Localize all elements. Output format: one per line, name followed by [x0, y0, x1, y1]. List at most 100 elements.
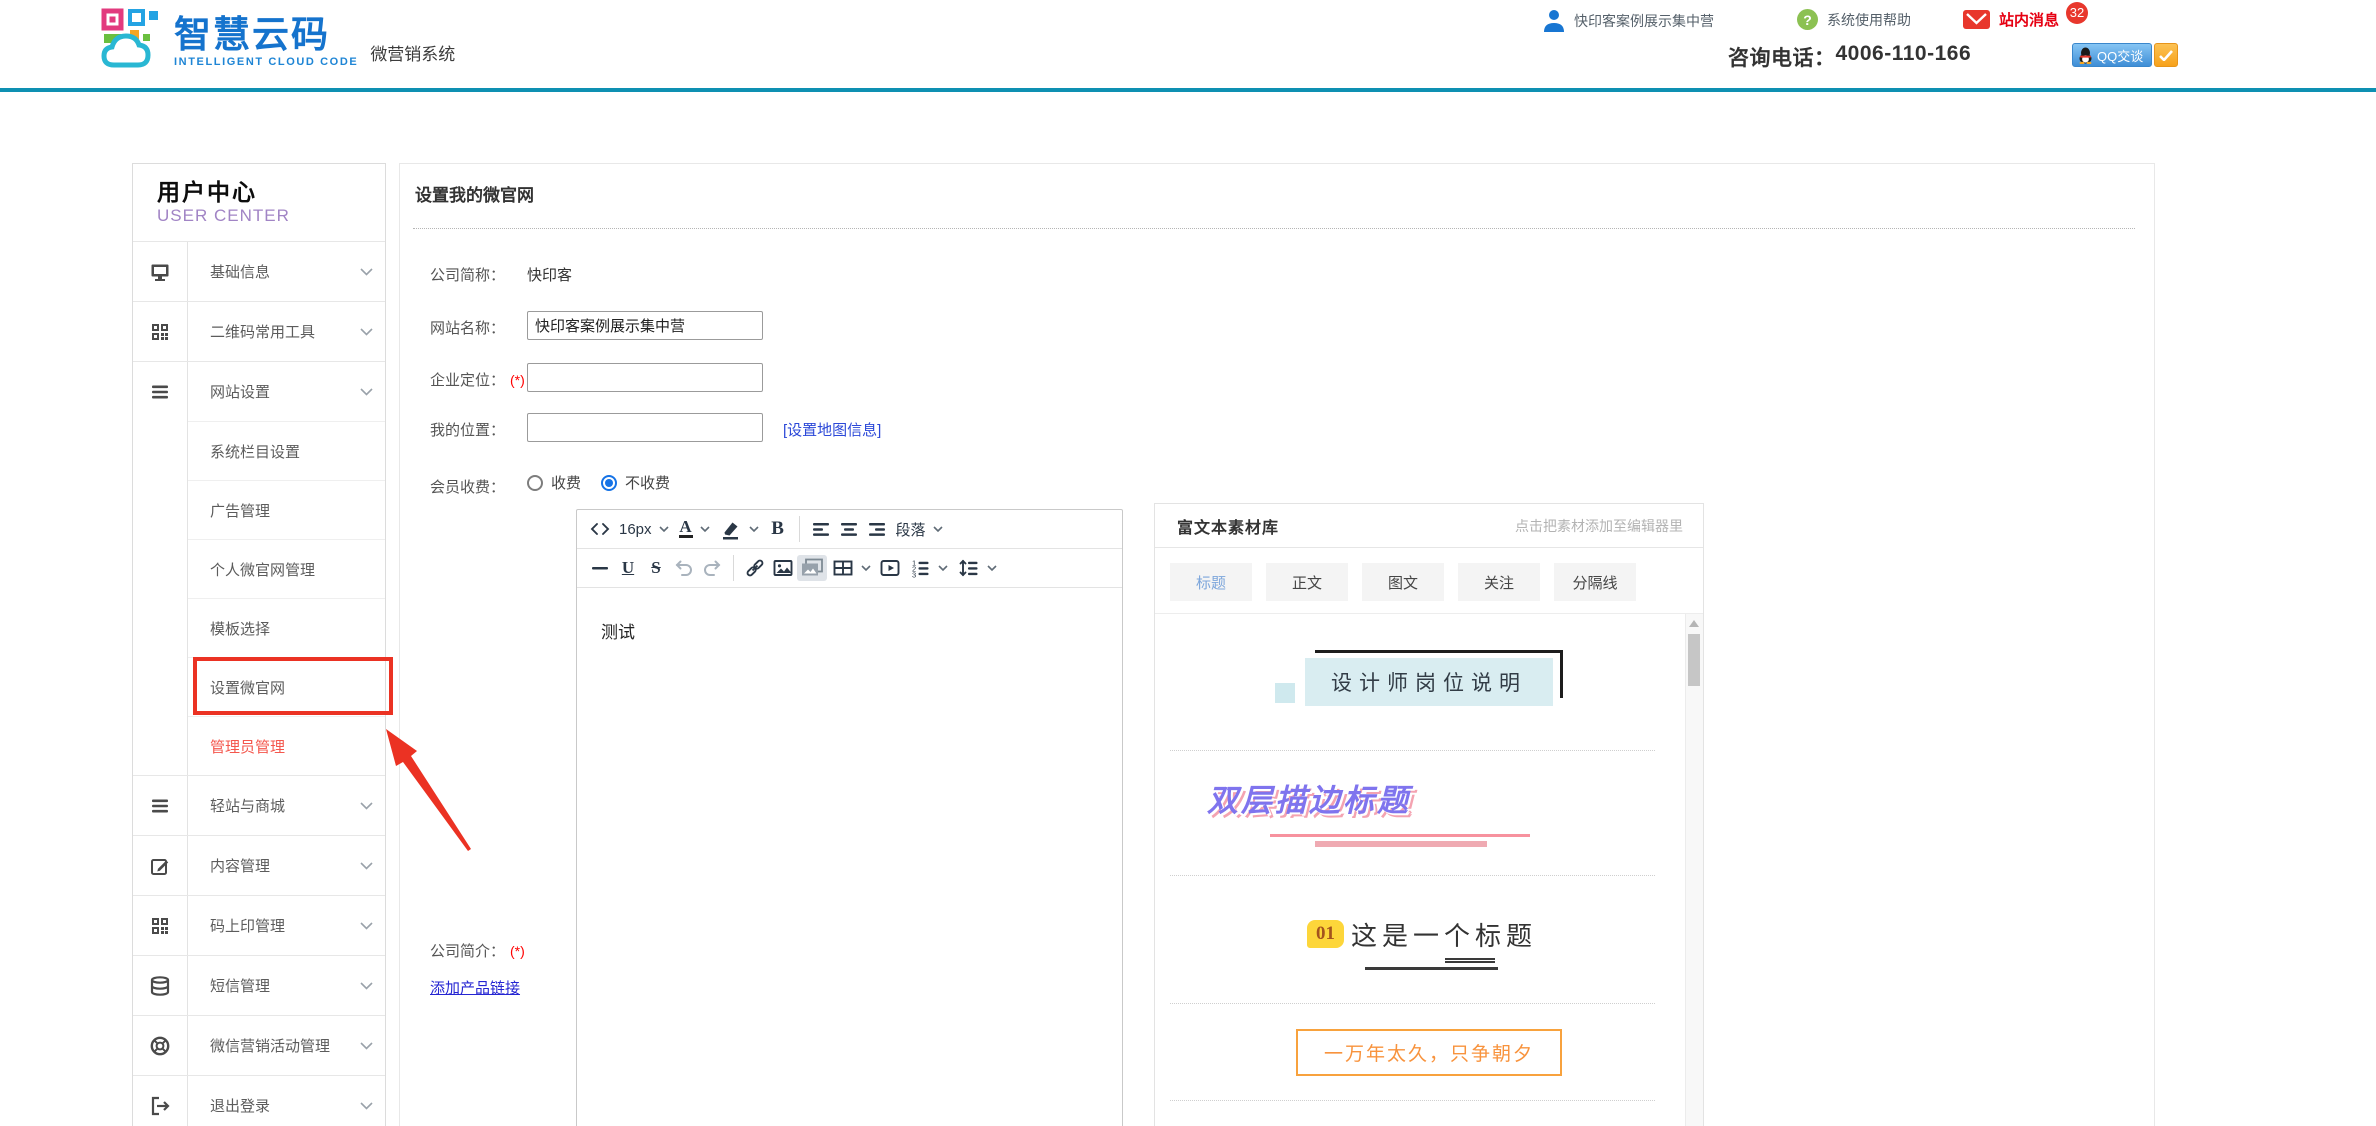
text-color-button[interactable]: A — [674, 514, 715, 544]
sidebar-item-label: 基础信息 — [210, 261, 270, 282]
sidebar-item-sms-management[interactable]: 短信管理 — [133, 955, 385, 1015]
chevron-down-icon — [659, 526, 669, 533]
align-right-button[interactable] — [863, 514, 891, 544]
qrcode-icon — [133, 302, 188, 361]
qq-chat-label: QQ交谈 — [2097, 46, 2143, 65]
account-link[interactable]: 快印客案例展示集中营 — [1543, 9, 1714, 33]
sidebar-item-label: 内容管理 — [210, 855, 270, 876]
phone-number: 4006-110-166 — [1836, 42, 1972, 72]
material-library-hint: 点击把素材添加至编辑器里 — [1515, 516, 1683, 536]
paragraph-format-select[interactable]: 段落 — [891, 514, 948, 544]
qq-chat-button[interactable]: QQ交谈 — [2072, 43, 2178, 67]
material-sample-boxed-title[interactable]: 设计师岗位说明 — [1155, 614, 1703, 750]
gallery-button[interactable] — [797, 555, 827, 581]
tab-title[interactable]: 标题 — [1170, 563, 1252, 601]
sample-text: 这是一个标题 — [1351, 916, 1537, 953]
link-button[interactable] — [741, 553, 769, 583]
material-scrollbar[interactable] — [1685, 614, 1703, 1126]
sidebar-item-site-settings[interactable]: 网站设置 — [133, 361, 385, 421]
menu-icon — [133, 362, 188, 421]
chevron-down-icon — [360, 388, 373, 396]
highlight-color-button[interactable] — [715, 514, 764, 544]
source-code-button[interactable] — [586, 514, 614, 544]
sidebar-subitem-ad-management[interactable]: 广告管理 — [133, 480, 385, 539]
sidebar-item-wechat-marketing[interactable]: 微信营销活动管理 — [133, 1015, 385, 1075]
undo-button[interactable] — [670, 553, 698, 583]
edit-icon — [133, 836, 188, 895]
sample-text: 一万年太久，只争朝夕 — [1296, 1029, 1562, 1076]
decor-underline-thin — [1270, 834, 1530, 837]
location-input[interactable] — [527, 413, 763, 442]
underline-button[interactable]: U — [614, 553, 642, 583]
font-size-select[interactable]: 16px — [614, 514, 674, 544]
number-badge: 01 — [1307, 920, 1344, 948]
sidebar-subitem-template-select[interactable]: 模板选择 — [133, 598, 385, 657]
image-button[interactable] — [769, 553, 797, 583]
member-fee-radio-group: 收费 不收费 — [527, 472, 670, 493]
sidebar-subitem-admin-management[interactable]: 管理员管理 — [133, 716, 385, 775]
brand-subtitle: INTELLIGENT CLOUD CODE — [174, 56, 358, 68]
database-icon — [133, 956, 188, 1015]
chevron-down-icon — [987, 565, 997, 572]
location-label: 我的位置： — [430, 419, 505, 440]
sidebar-item-lightsite-mall[interactable]: 轻站与商城 — [133, 775, 385, 835]
person-icon — [1543, 9, 1565, 33]
ordered-list-button[interactable]: 123 — [904, 553, 953, 583]
fee-paid-label: 收费 — [551, 472, 581, 493]
sidebar-item-content-management[interactable]: 内容管理 — [133, 835, 385, 895]
strikethrough-button[interactable]: S — [642, 553, 670, 583]
chevron-down-icon — [360, 802, 373, 810]
editor-content-area[interactable]: 测试 — [577, 588, 1122, 673]
bold-button[interactable]: B — [764, 514, 792, 544]
sidebar-item-label: 广告管理 — [210, 500, 270, 521]
sidebar-item-logout[interactable]: 退出登录 — [133, 1075, 385, 1126]
material-sample-outline-title[interactable]: 双层描边标题 — [1155, 751, 1703, 875]
set-map-info-link[interactable]: [设置地图信息] — [783, 419, 881, 440]
site-name-input[interactable] — [527, 311, 763, 340]
line-height-button[interactable] — [953, 553, 1002, 583]
sidebar-subitem-personal-microsite[interactable]: 个人微官网管理 — [133, 539, 385, 598]
messages-link[interactable]: 站内消息 32 — [1963, 9, 2088, 30]
sidebar-item-label: 微信营销活动管理 — [210, 1035, 330, 1056]
help-link[interactable]: ? 系统使用帮助 — [1797, 9, 1911, 30]
positioning-input[interactable] — [527, 363, 763, 392]
add-product-link[interactable]: 添加产品链接 — [430, 977, 520, 998]
chevron-down-icon — [360, 328, 373, 336]
fee-paid-radio[interactable] — [527, 475, 543, 491]
logout-icon — [133, 1076, 188, 1126]
scrollbar-thumb[interactable] — [1688, 634, 1700, 686]
table-button[interactable] — [827, 553, 876, 583]
main-panel: 设置我的微官网 公司简称： 快印客 网站名称： 企业定位：(*) 我的位置： [… — [399, 163, 2155, 1126]
logo[interactable]: 智慧云码 INTELLIGENT CLOUD CODE 微营销系统 — [100, 8, 455, 68]
sidebar-item-label: 系统栏目设置 — [210, 441, 300, 462]
company-short-value: 快印客 — [527, 264, 572, 285]
page-title: 设置我的微官网 — [413, 164, 2135, 229]
media-button[interactable] — [876, 553, 904, 583]
tab-body-text[interactable]: 正文 — [1266, 563, 1348, 601]
sidebar-item-print-code-management[interactable]: 码上印管理 — [133, 895, 385, 955]
message-count-badge: 32 — [2066, 2, 2088, 24]
sidebar-user-center: 用户中心 USER CENTER 基础信息 二维码常用工具 — [132, 163, 386, 1126]
horizontal-rule-button[interactable] — [586, 553, 614, 583]
scrollbar-up-icon[interactable] — [1689, 620, 1699, 627]
tab-image-text[interactable]: 图文 — [1362, 563, 1444, 601]
sidebar-item-label: 码上印管理 — [210, 915, 285, 936]
tab-follow[interactable]: 关注 — [1458, 563, 1540, 601]
align-left-button[interactable] — [807, 514, 835, 544]
fee-free-radio[interactable] — [601, 475, 617, 491]
consult-phone: 咨询电话： 4006-110-166 — [1728, 42, 1971, 72]
company-intro-label: 公司简介：(*) — [430, 940, 525, 961]
material-sample-bordered-slogan[interactable]: 一万年太久，只争朝夕 — [1155, 1004, 1703, 1100]
sidebar-item-label: 网站设置 — [210, 381, 270, 402]
sidebar-item-qrcode-tools[interactable]: 二维码常用工具 — [133, 301, 385, 361]
chevron-down-icon — [933, 526, 943, 533]
material-sample-numbered-title[interactable]: 01 这是一个标题 — [1155, 876, 1703, 1003]
sidebar-item-label: 模板选择 — [210, 618, 270, 639]
redo-button[interactable] — [698, 553, 726, 583]
sidebar-item-basic-info[interactable]: 基础信息 — [133, 241, 385, 301]
tab-divider[interactable]: 分隔线 — [1554, 563, 1636, 601]
align-center-button[interactable] — [835, 514, 863, 544]
chevron-down-icon — [749, 526, 759, 533]
sidebar-subitem-system-columns[interactable]: 系统栏目设置 — [133, 421, 385, 480]
material-library-header: 富文本素材库 点击把素材添加至编辑器里 — [1155, 504, 1703, 548]
